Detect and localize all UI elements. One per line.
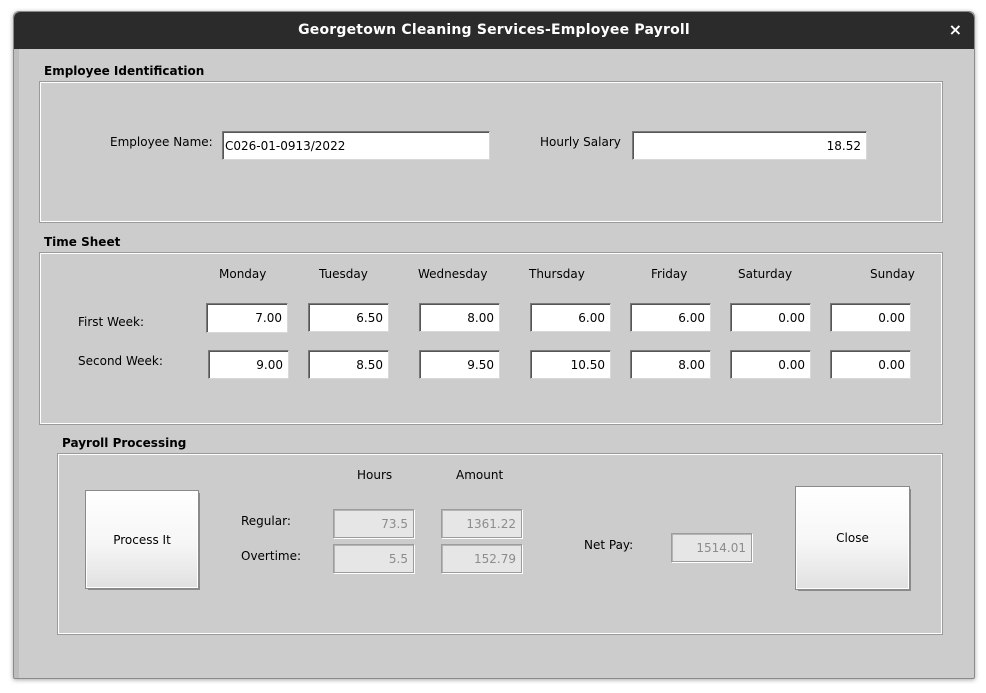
second-week-saturday-field[interactable]	[730, 350, 811, 379]
day-header-wednesday: Wednesday	[418, 267, 488, 281]
first-week-monday-field[interactable]	[206, 303, 288, 333]
day-header-sunday: Sunday	[870, 267, 915, 281]
employee-name-label: Employee Name:	[110, 135, 213, 149]
first-week-saturday-field[interactable]	[730, 303, 811, 332]
day-header-friday: Friday	[651, 267, 688, 281]
second-week-sunday-field[interactable]	[830, 350, 911, 379]
title-bar: Georgetown Cleaning Services-Employee Pa…	[14, 12, 974, 49]
second-week-label: Second Week:	[78, 354, 163, 368]
net-pay-field	[671, 533, 752, 562]
overtime-hours-field	[333, 544, 414, 573]
regular-amount-field	[441, 509, 522, 538]
net-pay-label: Net Pay:	[584, 538, 634, 552]
day-header-tuesday: Tuesday	[319, 267, 368, 281]
close-button[interactable]: Close	[795, 486, 910, 590]
second-week-friday-field[interactable]	[630, 350, 711, 379]
close-icon[interactable]: ×	[949, 20, 962, 39]
time-sheet-title: Time Sheet	[44, 235, 121, 249]
day-header-monday: Monday	[219, 267, 267, 281]
payroll-window: Georgetown Cleaning Services-Employee Pa…	[13, 11, 975, 679]
day-header-thursday: Thursday	[529, 267, 585, 281]
hours-header: Hours	[357, 468, 393, 482]
first-week-wednesday-field[interactable]	[419, 303, 500, 332]
second-week-tuesday-field[interactable]	[308, 350, 389, 379]
hourly-salary-field[interactable]	[632, 131, 867, 160]
employee-identification-title: Employee Identification	[44, 64, 205, 78]
second-week-wednesday-field[interactable]	[419, 350, 500, 379]
second-week-monday-field[interactable]	[208, 350, 289, 379]
first-week-friday-field[interactable]	[630, 303, 711, 332]
window-edge	[14, 49, 19, 678]
overtime-label: Overtime:	[241, 549, 302, 563]
day-header-saturday: Saturday	[738, 267, 793, 281]
time-sheet-panel	[39, 252, 943, 425]
hourly-salary-label: Hourly Salary	[540, 135, 621, 149]
first-week-sunday-field[interactable]	[830, 303, 911, 332]
first-week-tuesday-field[interactable]	[308, 303, 389, 332]
first-week-label: First Week:	[78, 315, 144, 329]
first-week-thursday-field[interactable]	[530, 303, 611, 332]
regular-hours-field	[333, 509, 414, 538]
regular-label: Regular:	[241, 514, 291, 528]
second-week-thursday-field[interactable]	[530, 350, 611, 379]
employee-name-field[interactable]	[222, 131, 490, 160]
process-it-button[interactable]: Process It	[85, 490, 199, 589]
overtime-amount-field	[441, 544, 522, 573]
window-title: Georgetown Cleaning Services-Employee Pa…	[298, 22, 690, 38]
amount-header: Amount	[456, 468, 504, 482]
payroll-processing-title: Payroll Processing	[62, 436, 187, 450]
